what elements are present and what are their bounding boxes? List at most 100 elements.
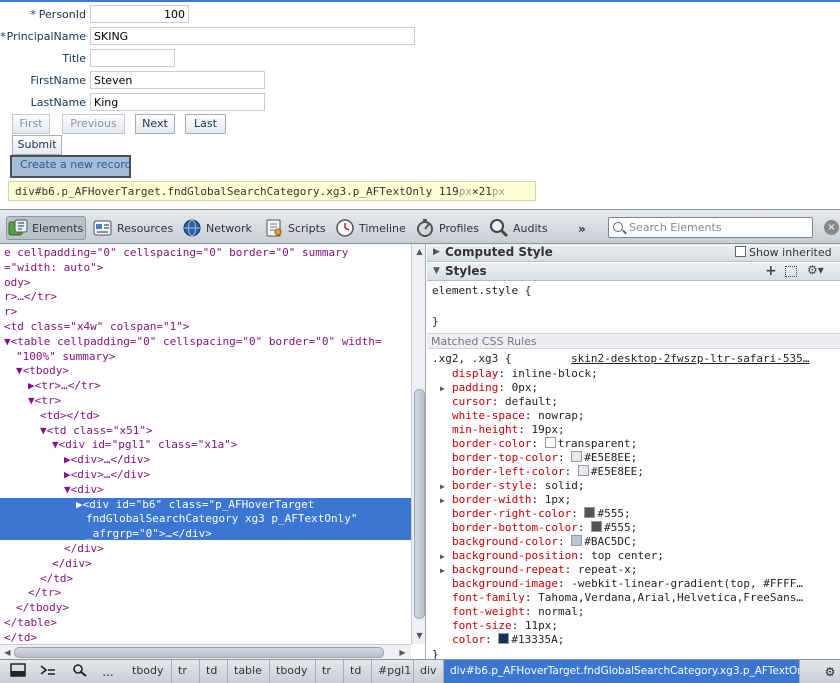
color-swatch[interactable] [571,535,583,546]
expand-arrow-icon[interactable]: ▶ [440,382,452,396]
css-property-row[interactable]: font-size: 11px; [440,619,558,633]
css-property-row[interactable]: ▶ background-repeat: repeat-x; [440,563,637,577]
submit-button[interactable]: Submit [12,135,62,155]
dom-line[interactable]: ▼<tr> [28,393,61,408]
toggle-state-icon[interactable] [785,266,797,277]
horizontal-scroll-thumb[interactable] [14,647,384,658]
css-property-row[interactable]: white-space: nowrap; [440,409,584,423]
dom-line[interactable]: ▼<div> [64,482,104,497]
scroll-down-icon[interactable]: ▼ [413,629,425,642]
dom-line[interactable]: e cellpadding="0" cellspacing="0" border… [4,245,348,260]
css-property-row[interactable]: ▶ border-width: 1px; [440,493,571,507]
more-tabs-button[interactable]: » [578,222,586,236]
breadcrumb-item[interactable]: table [228,660,270,683]
css-property-row[interactable]: ▶ background-position: top center; [440,549,664,563]
rule-selector[interactable]: .xg2, .xg3 { [432,352,511,366]
dom-line[interactable]: ▼<tbody> [16,363,69,378]
dom-line[interactable]: </div> [64,541,104,556]
css-property-row[interactable]: cursor: default; [440,395,558,409]
last-name-input[interactable]: King [90,93,265,111]
principal-name-input[interactable]: SKING [90,27,415,45]
breadcrumb-item[interactable]: #pgl1 [372,660,414,683]
breadcrumb-item[interactable]: tbody [270,660,316,683]
color-swatch[interactable] [591,521,603,532]
previous-button[interactable]: Previous [62,114,125,134]
dom-line[interactable]: ▼<table cellpadding="0" cellspacing="0" … [4,334,382,349]
dom-line[interactable]: </tr> [28,585,61,600]
dom-line[interactable]: </tbody> [16,600,69,615]
dom-line[interactable]: ody> [4,275,31,290]
color-swatch[interactable] [571,451,583,462]
expand-arrow-icon[interactable]: ▶ [440,480,452,494]
breadcrumb-item[interactable]: tr [316,660,344,683]
css-property-row[interactable]: ▶ padding: 0px; [440,381,538,395]
color-swatch[interactable] [544,437,556,448]
last-button[interactable]: Last [185,114,226,134]
breadcrumb-item[interactable]: td [344,660,372,683]
first-button[interactable]: First [12,114,50,134]
css-property-row[interactable]: display: inline-block; [440,367,598,381]
tab-profiles[interactable]: Profiles [414,216,483,240]
breadcrumb-item[interactable]: tbody [126,660,172,683]
dom-line[interactable]: ▶<div>…</div> [64,452,150,467]
dom-line[interactable]: </td> [4,630,37,645]
dom-line[interactable]: <td class="x4w" colspan="1"> [4,319,189,334]
tab-timeline[interactable]: Timeline [334,216,410,240]
expand-arrow-icon[interactable]: ▶ [440,550,452,564]
gear-icon[interactable]: ⚙ [820,663,840,681]
dom-line[interactable]: </td> [40,571,73,586]
css-property-row[interactable]: font-weight: normal; [440,605,584,619]
css-property-row[interactable]: border-right-color: #555; [440,507,631,521]
color-swatch[interactable] [577,465,589,476]
next-button[interactable]: Next [135,114,175,134]
expand-arrow-icon[interactable]: ▶ [440,494,452,508]
console-icon[interactable] [38,663,58,681]
breadcrumb-item[interactable]: div [414,660,444,683]
dom-line[interactable]: ▼<div id="pgl1" class="x1a"> [52,437,237,452]
dom-line[interactable]: ▼<td class="x51"> [40,423,153,438]
css-property-row[interactable]: border-bottom-color: #555; [440,521,637,535]
tab-scripts[interactable]: Scripts [263,216,330,240]
breadcrumb-item[interactable]: div#b6.p_AFHoverTarget.fndGlobalSearchCa… [444,660,800,683]
gear-icon[interactable]: ⚙▾ [807,263,824,277]
dom-line[interactable]: _afrgrp="0">…</div> [86,526,212,541]
breadcrumb-item[interactable]: tr [172,660,200,683]
dom-line[interactable]: r> [4,304,17,319]
first-name-input[interactable]: Steven [90,71,265,89]
element-style-open[interactable]: element.style { [432,284,531,298]
ellipsis-icon[interactable]: ... [98,663,118,681]
tab-resources[interactable]: Resources [92,216,177,240]
dom-line[interactable]: fndGlobalSearchCategory xg3 p_AFTextOnly… [86,511,358,526]
color-swatch[interactable] [498,633,510,644]
tab-elements[interactable]: Elements [6,216,86,240]
tab-network[interactable]: Network [181,216,256,240]
scroll-up-icon[interactable]: ▲ [413,245,425,258]
css-property-row[interactable]: font-family: Tahoma,Verdana,Arial,Helvet… [440,591,803,605]
breadcrumb-item[interactable]: td [200,660,228,683]
expand-arrow-icon[interactable]: ▶ [440,564,452,578]
show-inherited-checkbox[interactable] [735,246,746,257]
css-property-row[interactable]: color: #13335A; [440,633,564,647]
css-property-row[interactable]: min-height: 19px; [440,423,565,437]
css-property-row[interactable]: ▶ border-style: solid; [440,479,584,493]
scroll-right-icon[interactable]: ▶ [396,646,409,659]
dock-icon[interactable] [8,663,28,681]
create-record-button[interactable]: Create a new record [10,155,132,178]
css-property-row[interactable]: border-top-color: #E5E8EE; [440,451,637,465]
scroll-left-icon[interactable]: ◀ [1,646,14,659]
css-property-row[interactable]: background-color: #BAC5DC; [440,535,637,549]
person-id-input[interactable]: 100 [90,5,189,23]
vertical-scroll-thumb[interactable] [414,389,425,619]
dom-line[interactable]: </table> [4,615,57,630]
search-elements-input[interactable]: Search Elements [608,217,813,238]
dom-line[interactable]: <td></td> [40,408,100,423]
css-property-row[interactable]: border-left-color: #E5E8EE; [440,465,644,479]
css-property-row[interactable]: border-color: transparent; [440,437,637,451]
add-rule-icon[interactable]: + [765,263,777,279]
close-icon[interactable]: × [824,220,839,235]
color-swatch[interactable] [584,507,596,518]
computed-style-header[interactable]: ▶ Computed Style Show inherited [427,244,840,262]
title-input[interactable] [90,49,175,67]
dom-line[interactable]: "100%" summary> [16,349,115,364]
dom-line[interactable]: ▶<div id="b6" class="p_AFHoverTarget [76,497,314,512]
